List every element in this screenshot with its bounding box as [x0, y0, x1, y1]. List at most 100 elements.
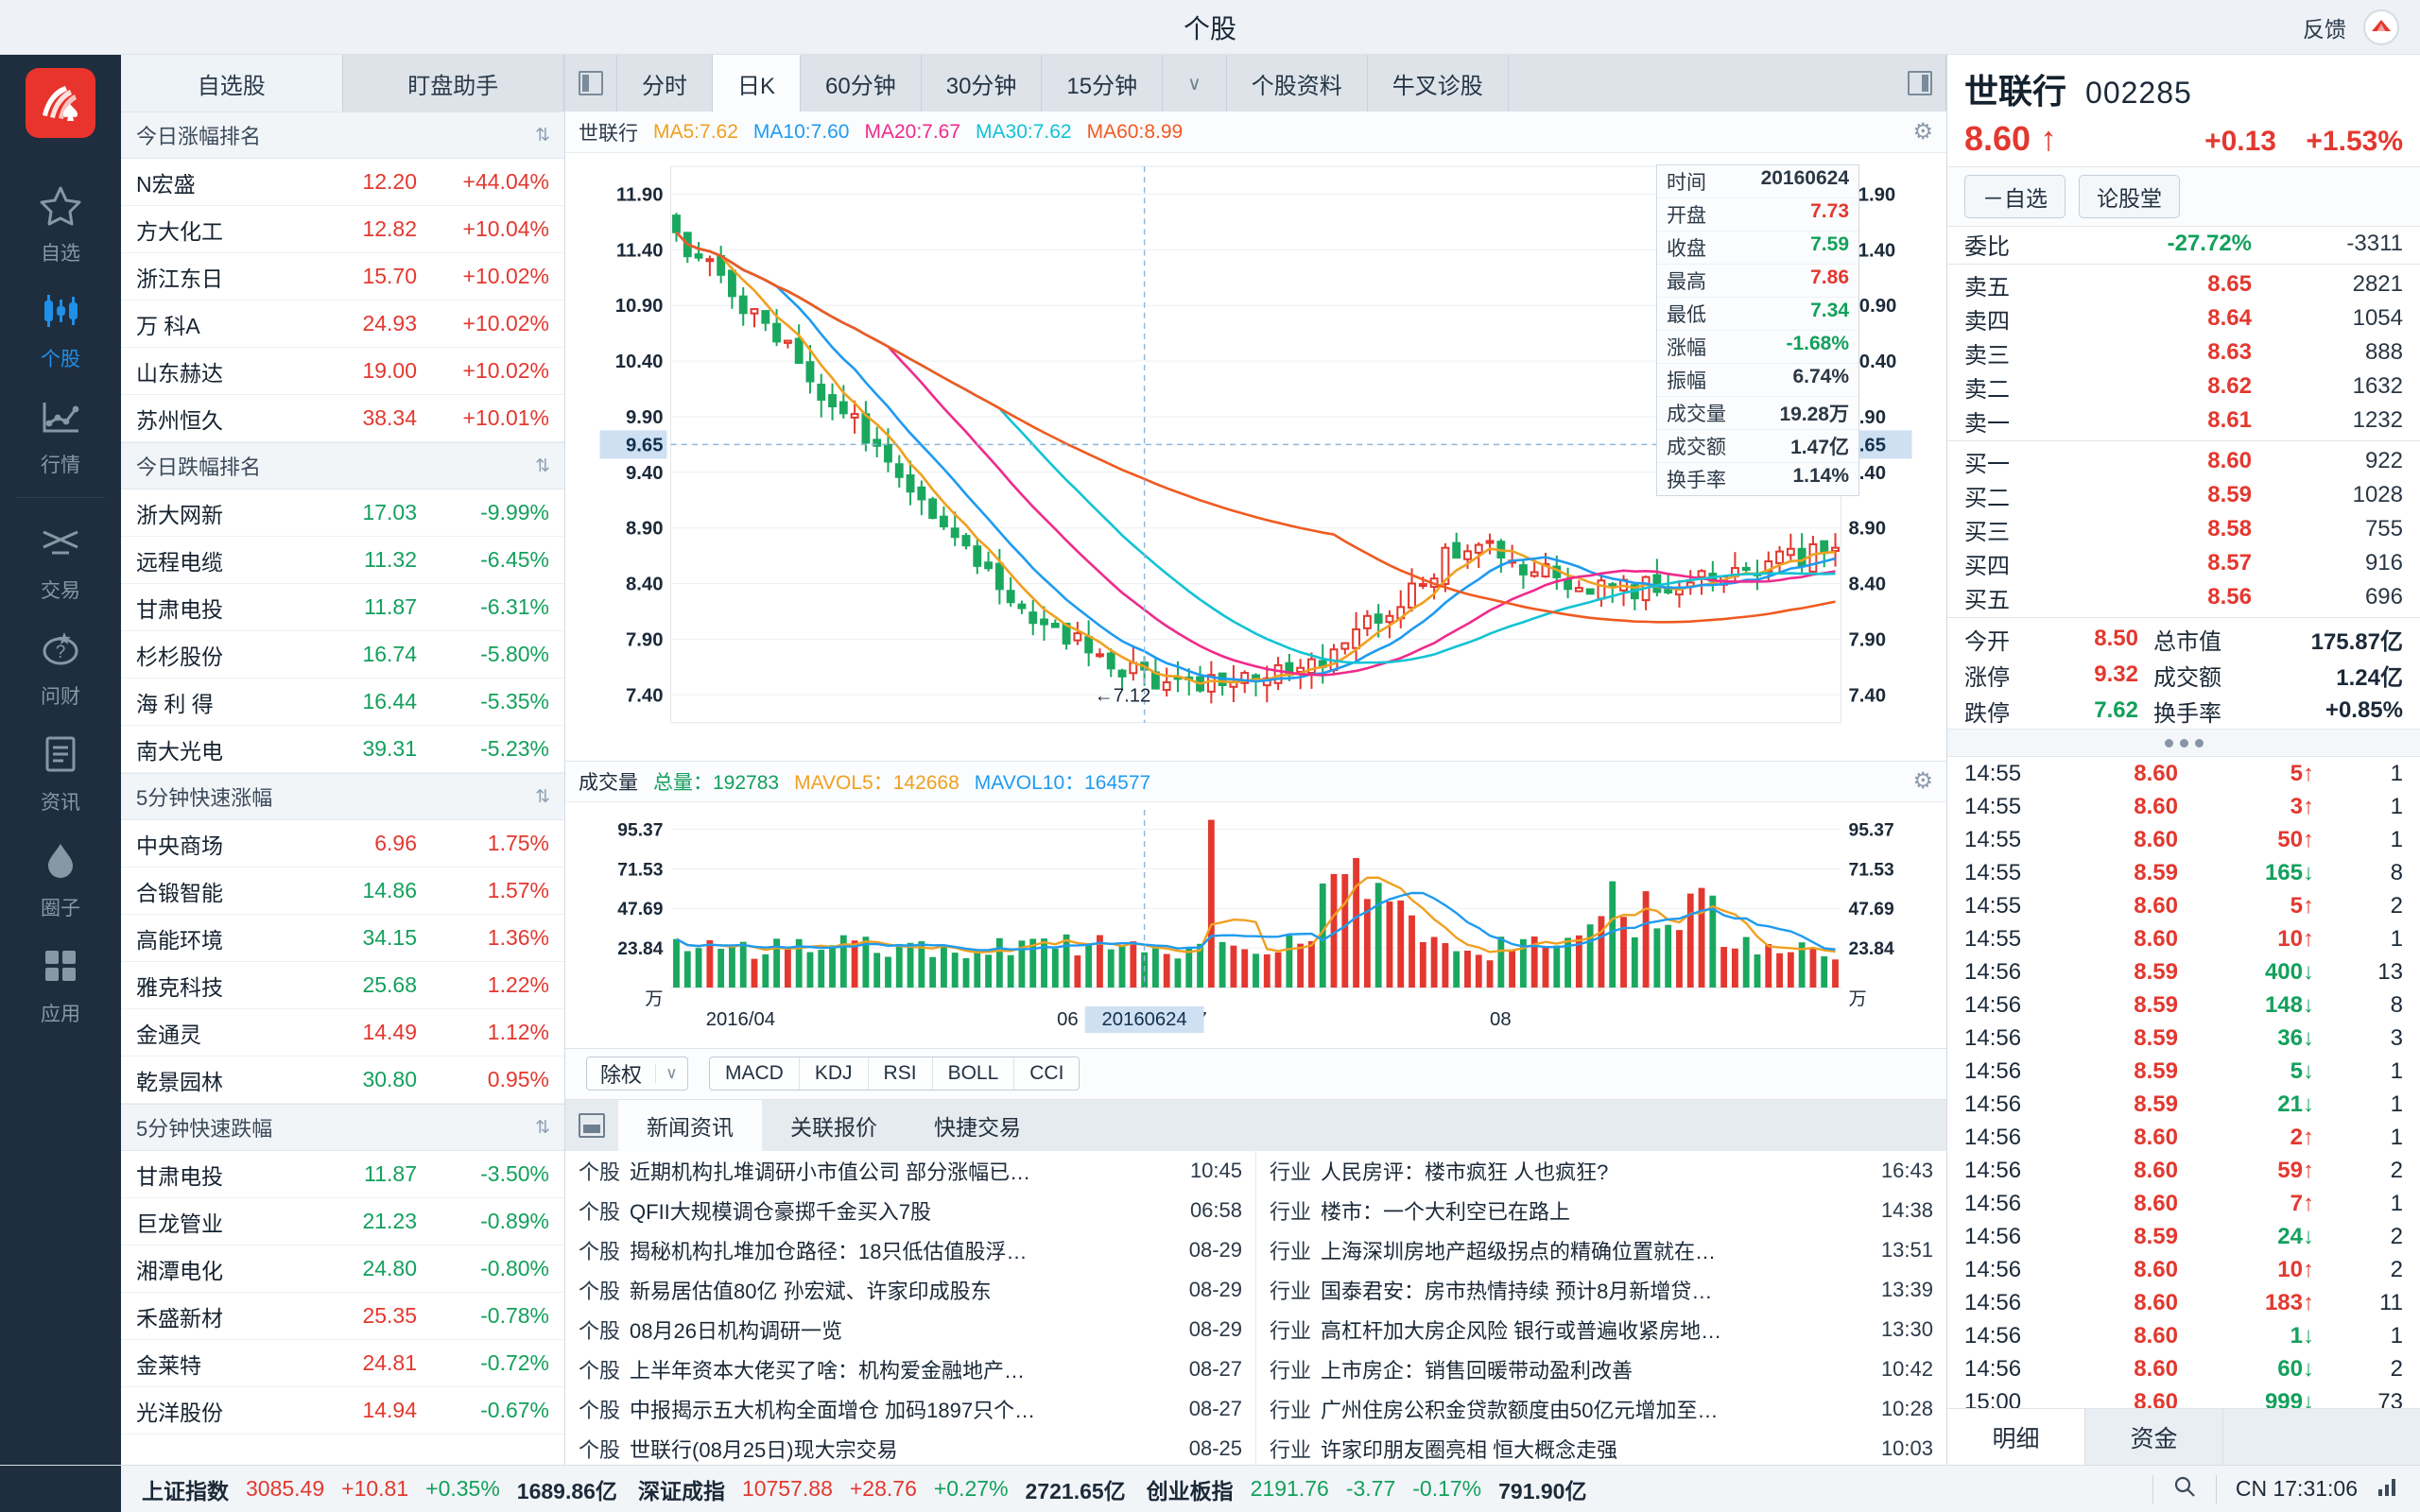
- news-item[interactable]: 行业楼市：一个大利空已在路上14:38: [1256, 1191, 1946, 1230]
- watchlist-group-header[interactable]: 今日涨幅排名⇅: [121, 112, 564, 159]
- tab-日K[interactable]: 日K: [713, 55, 801, 112]
- watchlist-row[interactable]: 巨龙管业21.23-0.89%: [121, 1198, 564, 1246]
- news-item[interactable]: 个股中报揭示五大机构全面增仓 加码1897只个…08-27: [565, 1389, 1255, 1429]
- tab-分时[interactable]: 分时: [617, 55, 713, 112]
- minimize-icon[interactable]: [565, 1100, 618, 1151]
- watchlist-row[interactable]: 乾景园林30.800.95%: [121, 1057, 564, 1104]
- tab-盯盘助手[interactable]: 盯盘助手: [343, 55, 565, 112]
- feedback-link[interactable]: 反馈: [2303, 11, 2346, 43]
- order-book-row[interactable]: 卖一8.611232: [1947, 404, 2420, 438]
- news-item[interactable]: 个股QFII大规模调仓豪掷千金买入7股06:58: [565, 1191, 1255, 1230]
- watchlist-row[interactable]: 禾盛新材25.35-0.78%: [121, 1293, 564, 1340]
- indicator-cci[interactable]: CCI: [1014, 1057, 1079, 1090]
- watchlist-row[interactable]: 南大光电39.31-5.23%: [121, 726, 564, 773]
- watchlist-row[interactable]: N宏盛12.20+44.04%: [121, 159, 564, 206]
- indicator-rsi[interactable]: RSI: [869, 1057, 933, 1090]
- avatar[interactable]: [2363, 9, 2399, 45]
- tab-新闻资讯[interactable]: 新闻资讯: [618, 1100, 762, 1151]
- search-icon[interactable]: [2172, 1474, 2197, 1504]
- order-book-row[interactable]: 买二8.591028: [1947, 478, 2420, 512]
- indicator-boll[interactable]: BOLL: [933, 1057, 1015, 1090]
- tab-关联报价[interactable]: 关联报价: [762, 1100, 906, 1151]
- sort-icon[interactable]: ⇅: [535, 788, 549, 806]
- status-index[interactable]: 上证指数3085.49+10.81+0.35%1689.86亿: [121, 1473, 617, 1505]
- watchlist-row[interactable]: 金莱特24.81-0.72%: [121, 1340, 564, 1387]
- watchlist-row[interactable]: 甘肃电投11.87-3.50%: [121, 1151, 564, 1198]
- order-book-row[interactable]: 卖三8.63888: [1947, 335, 2420, 369]
- volume-chart[interactable]: 95.3795.3771.5371.5347.6947.6923.8423.84…: [565, 802, 1946, 1048]
- tab-资金[interactable]: 资金: [2085, 1409, 2223, 1465]
- panel-right-icon[interactable]: [1894, 55, 1946, 112]
- watchlist-row[interactable]: 中央商场6.961.75%: [121, 820, 564, 868]
- sort-icon[interactable]: ⇅: [535, 457, 549, 475]
- news-item[interactable]: 行业许家印朋友圈亮相 恒大概念走强10:03: [1256, 1429, 1946, 1469]
- watchlist-group-header[interactable]: 今日跌幅排名⇅: [121, 442, 564, 490]
- watchlist-row[interactable]: 金通灵14.491.12%: [121, 1009, 564, 1057]
- expand-dots-button[interactable]: [1947, 729, 2420, 757]
- tab-60分钟[interactable]: 60分钟: [801, 55, 922, 112]
- adjust-select[interactable]: 除权 ∨: [586, 1057, 688, 1091]
- candlestick-chart[interactable]: 11.9011.9011.4011.4010.9010.9010.4010.40…: [565, 153, 1946, 761]
- sidebar-item-应用[interactable]: 应用: [0, 931, 121, 1037]
- tab-明细[interactable]: 明细: [1947, 1409, 2085, 1465]
- indicator-kdj[interactable]: KDJ: [800, 1057, 869, 1090]
- watchlist-row[interactable]: 山东赫达19.00+10.02%: [121, 348, 564, 395]
- watchlist-row[interactable]: 苏州恒久38.34+10.01%: [121, 395, 564, 442]
- watchlist-row[interactable]: 方大化工12.82+10.04%: [121, 206, 564, 253]
- panel-left-icon[interactable]: [565, 55, 617, 112]
- watchlist-row[interactable]: 浙江东日15.70+10.02%: [121, 253, 564, 301]
- watchlist-row[interactable]: 高能环境34.151.36%: [121, 915, 564, 962]
- watchlist-group-header[interactable]: 5分钟快速跌幅⇅: [121, 1104, 564, 1151]
- watchlist-row[interactable]: 万 科A24.93+10.02%: [121, 301, 564, 348]
- news-item[interactable]: 行业广州住房公积金贷款额度由50亿元增加至…10:28: [1256, 1389, 1946, 1429]
- order-book-row[interactable]: 卖四8.641054: [1947, 301, 2420, 335]
- news-item[interactable]: 行业上市房企：销售回暖带动盈利改善10:42: [1256, 1349, 1946, 1389]
- news-item[interactable]: 个股世联行(08月25日)现大宗交易08-25: [565, 1429, 1255, 1469]
- sidebar-item-圈子[interactable]: 圈子: [0, 825, 121, 931]
- watchlist-row[interactable]: 杉杉股份16.74-5.80%: [121, 631, 564, 679]
- watchlist-row[interactable]: 合锻智能14.861.57%: [121, 868, 564, 915]
- status-index[interactable]: 创业板指2191.76-3.77-0.17%791.90亿: [1126, 1473, 1587, 1505]
- watchlist-row[interactable]: 浙大网新17.03-9.99%: [121, 490, 564, 537]
- news-item[interactable]: 行业高杠杆加大房企风险 银行或普遍收紧房地…13:30: [1256, 1310, 1946, 1349]
- gear-icon[interactable]: ⚙: [1912, 767, 1933, 795]
- tab-个股资料[interactable]: 个股资料: [1227, 55, 1368, 112]
- news-item[interactable]: 个股上半年资本大佬买了啥：机构爱金融地产…08-27: [565, 1349, 1255, 1389]
- sidebar-item-问财[interactable]: ? 问财: [0, 613, 121, 719]
- order-book-row[interactable]: 买三8.58755: [1947, 512, 2420, 546]
- sidebar-item-资讯[interactable]: 资讯: [0, 719, 121, 825]
- order-book-row[interactable]: 卖五8.652821: [1947, 267, 2420, 301]
- news-item[interactable]: 行业人民房评：楼市疯狂 人也疯狂?16:43: [1256, 1151, 1946, 1191]
- news-item[interactable]: 行业上海深圳房地产超级拐点的精确位置就在…13:51: [1256, 1230, 1946, 1270]
- tab-快捷交易[interactable]: 快捷交易: [906, 1100, 1049, 1151]
- order-book-row[interactable]: 买四8.57916: [1947, 546, 2420, 580]
- news-item[interactable]: 个股新易居估值80亿 孙宏斌、许家印成股东08-29: [565, 1270, 1255, 1310]
- sidebar-item-自选[interactable]: 自选: [0, 170, 121, 276]
- news-item[interactable]: 个股08月26日机构调研一览08-29: [565, 1310, 1255, 1349]
- watchlist-row[interactable]: 雅克科技25.681.22%: [121, 962, 564, 1009]
- news-item[interactable]: 个股近期机构扎堆调研小市值公司 部分涨幅已…10:45: [565, 1151, 1255, 1191]
- tab-15分钟[interactable]: 15分钟: [1042, 55, 1163, 112]
- gear-icon[interactable]: ⚙: [1912, 118, 1933, 146]
- sidebar-item-个股[interactable]: 个股: [0, 276, 121, 382]
- tab-自选股[interactable]: 自选股: [121, 55, 343, 112]
- sort-icon[interactable]: ⇅: [535, 127, 549, 145]
- sidebar-item-交易[interactable]: 交易: [0, 507, 121, 613]
- watchlist-row[interactable]: 光洋股份14.94-0.67%: [121, 1387, 564, 1435]
- watchlist-row[interactable]: 海 利 得16.44-5.35%: [121, 679, 564, 726]
- tab-牛叉诊股[interactable]: 牛叉诊股: [1368, 55, 1509, 112]
- news-item[interactable]: 行业国泰君安：房市热情持续 预计8月新增贷…13:39: [1256, 1270, 1946, 1310]
- news-item[interactable]: 个股揭秘机构扎堆加仓路径：18只低估值股浮…08-29: [565, 1230, 1255, 1270]
- order-book-row[interactable]: 买一8.60922: [1947, 444, 2420, 478]
- order-book-row[interactable]: 买五8.56696: [1947, 580, 2420, 614]
- tab-30分钟[interactable]: 30分钟: [922, 55, 1043, 112]
- sort-icon[interactable]: ⇅: [535, 1119, 549, 1137]
- tick-list[interactable]: 14:558.605↑114:558.603↑114:558.6050↑114:…: [1947, 757, 2420, 1408]
- watchlist-row[interactable]: 湘潭电化24.80-0.80%: [121, 1246, 564, 1293]
- sidebar-item-行情[interactable]: 行情: [0, 382, 121, 488]
- indicator-macd[interactable]: MACD: [710, 1057, 800, 1090]
- watchlist-row[interactable]: 甘肃电投11.87-6.31%: [121, 584, 564, 631]
- watchlist-row[interactable]: 远程电缆11.32-6.45%: [121, 537, 564, 584]
- order-book-row[interactable]: 卖二8.621632: [1947, 369, 2420, 404]
- status-index[interactable]: 深证成指10757.88+28.76+0.27%2721.65亿: [617, 1473, 1126, 1505]
